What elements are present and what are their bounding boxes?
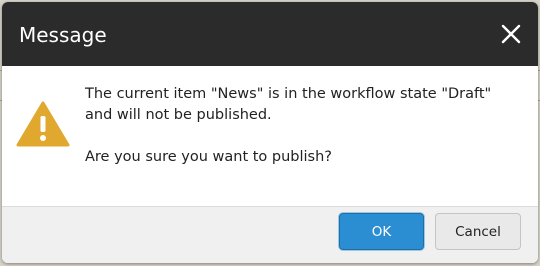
dialog-title: Message (19, 23, 107, 47)
close-icon (501, 24, 521, 44)
confirm-question: Are you sure you want to publish? (85, 149, 333, 165)
dialog-footer: OK Cancel (2, 206, 538, 263)
message-dialog: Message The current item "News" is in th… (2, 2, 538, 263)
cancel-button[interactable]: Cancel (435, 213, 521, 250)
dialog-body: The current item "News" is in the workfl… (2, 66, 538, 206)
close-button[interactable] (501, 24, 521, 44)
dialog-titlebar: Message (2, 2, 538, 66)
dialog-message: The current item "News" is in the workfl… (85, 84, 525, 168)
ok-button[interactable]: OK (339, 213, 424, 250)
warning-icon (16, 101, 70, 147)
message-line: The current item "News" is in the workfl… (85, 86, 492, 102)
message-line: and will not be published. (85, 107, 272, 123)
